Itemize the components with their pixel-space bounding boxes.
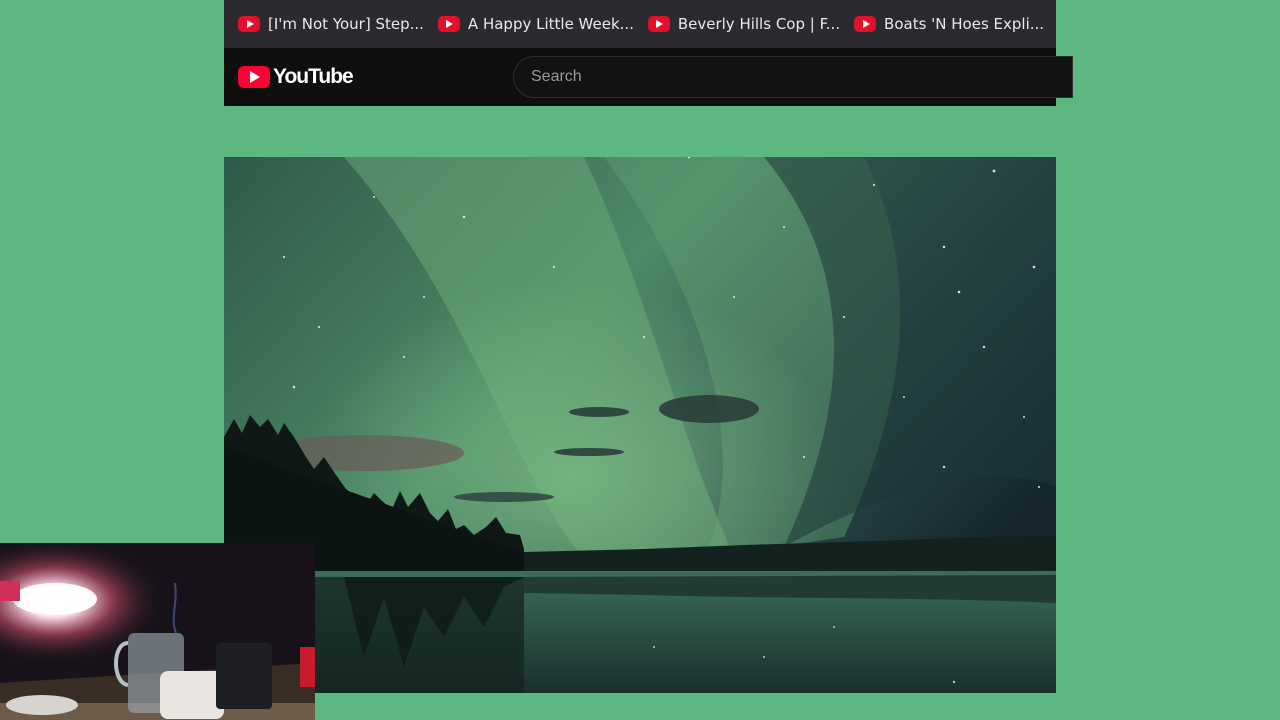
youtube-play-icon: [238, 66, 270, 88]
youtube-favicon-icon: [647, 16, 670, 32]
bookmark-label: [I'm Not Your] Step...: [268, 15, 424, 33]
logo-text: YouTube: [273, 65, 354, 88]
bookmark-item[interactable]: Beverly Hills Cop | F...: [646, 0, 852, 48]
search-input[interactable]: [513, 56, 1073, 98]
webcam-feed-image: [0, 543, 315, 720]
bookmark-item[interactable]: Boats 'N Hoes Expli...: [852, 0, 1056, 48]
youtube-favicon-icon: [437, 16, 460, 32]
youtube-logo[interactable]: YouTube: [238, 65, 354, 89]
bookmark-label: Boats 'N Hoes Expli...: [884, 15, 1045, 33]
bookmark-item[interactable]: A Happy Little Week...: [436, 0, 646, 48]
bookmark-label: A Happy Little Week...: [467, 15, 634, 33]
youtube-favicon-icon: [854, 16, 877, 32]
webcam-overlay: [0, 543, 315, 720]
aurora-video-frame: [224, 157, 1056, 693]
youtube-favicon-icon: [238, 16, 260, 32]
bookmark-item[interactable]: [I'm Not Your] Step...: [236, 0, 436, 48]
bookmarks-bar: [I'm Not Your] Step... A Happy Little We…: [224, 0, 1056, 48]
video-player[interactable]: [224, 157, 1056, 693]
youtube-header: YouTube: [224, 48, 1073, 106]
bookmark-label: Beverly Hills Cop | F...: [677, 15, 841, 33]
